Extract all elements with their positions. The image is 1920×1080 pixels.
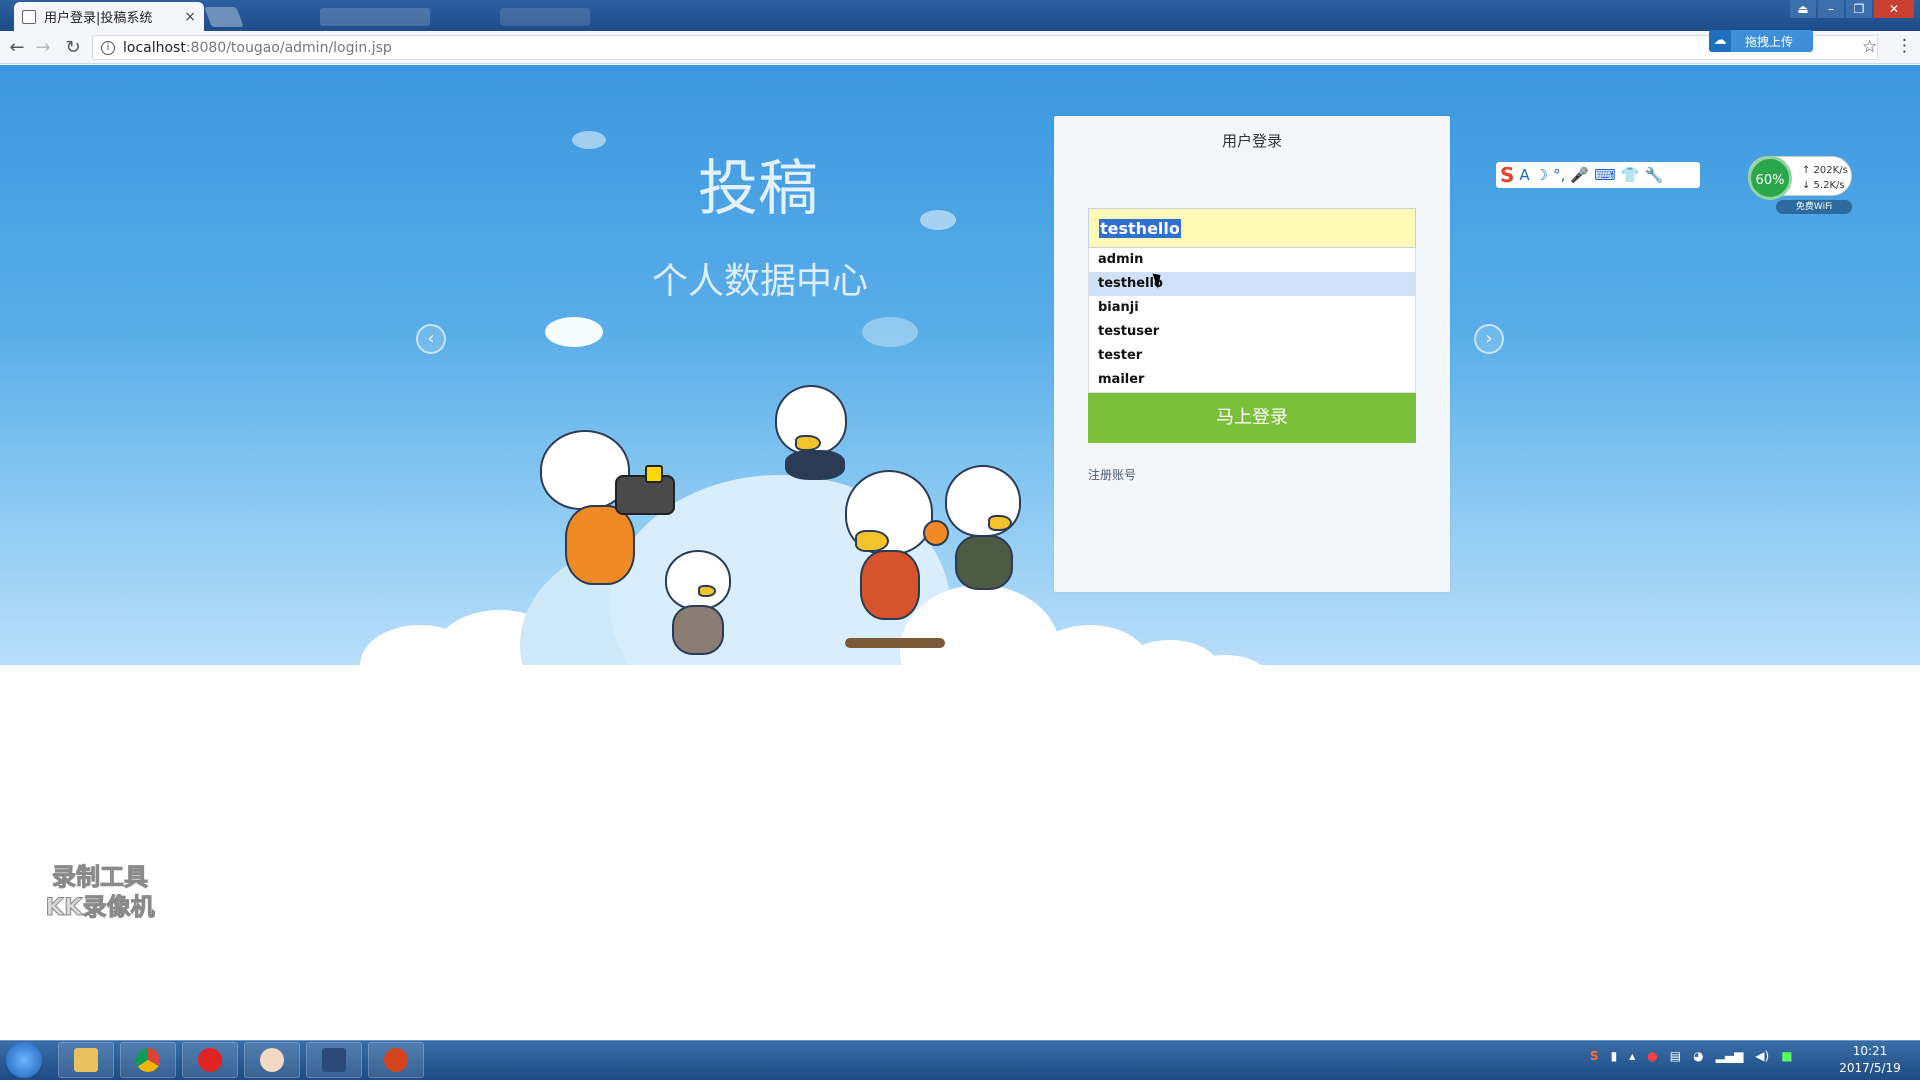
ime-language-icon[interactable]: A — [1519, 166, 1529, 184]
editor-icon — [322, 1048, 346, 1072]
blurred-tab — [500, 8, 590, 26]
start-button[interactable] — [6, 1042, 42, 1078]
ime-keyboard-icon[interactable]: ⌨ — [1594, 166, 1616, 184]
autocomplete-option[interactable]: bianji — [1089, 296, 1415, 320]
clock-date: 2017/5/19 — [1839, 1061, 1901, 1075]
login-submit-button[interactable]: 马上登录 — [1088, 393, 1416, 443]
cloud-decoration — [862, 317, 918, 347]
ime-moon-icon[interactable]: ☽ — [1535, 166, 1548, 184]
carousel-prev-arrow-icon[interactable]: ‹ — [416, 324, 446, 354]
autocomplete-option[interactable]: tester — [1089, 344, 1415, 368]
cloud-decoration — [920, 210, 956, 230]
address-bar[interactable]: i localhost:8080/tougao/admin/login.jsp — [92, 35, 1878, 60]
browser-menu-icon[interactable]: ⋮ — [1896, 36, 1913, 56]
mascot-rabbit — [660, 525, 740, 665]
system-tray: S ▮ ▴ ● ▤ ◕ ▂▄▆ ◀) ■ — [1590, 1049, 1793, 1063]
forward-button[interactable]: → — [32, 37, 54, 59]
clipboard-tray-icon[interactable]: ▤ — [1670, 1049, 1681, 1063]
browser-tab-active[interactable]: 用户登录|投稿系统 × — [14, 2, 204, 31]
ime-toolbar[interactable]: S A ☽ °, 🎤 ⌨ 👕 🔧 — [1496, 162, 1700, 188]
page-body — [0, 665, 1920, 1040]
tab-title: 用户登录|投稿系统 — [44, 11, 153, 26]
blurred-tab — [320, 8, 430, 26]
autocomplete-option[interactable]: admin — [1089, 248, 1415, 272]
taskbar-chrome[interactable] — [120, 1042, 176, 1078]
hero-title: 投稿 — [698, 154, 818, 224]
bookmark-star-icon[interactable]: ☆ — [1862, 37, 1877, 57]
ime-tools-icon[interactable]: 🔧 — [1644, 166, 1663, 184]
url-host: localhost — [123, 39, 186, 56]
network-signal-icon[interactable]: ▂▄▆ — [1716, 1049, 1744, 1063]
mascot-bird-army — [940, 465, 1030, 595]
free-wifi-badge[interactable]: 免费WiFi — [1776, 200, 1852, 214]
folder-icon — [74, 1048, 98, 1072]
network-upload-speed: ↑ 202K/s — [1802, 165, 1848, 176]
username-input[interactable]: testhello — [1088, 208, 1416, 248]
reload-button[interactable]: ↻ — [62, 37, 84, 59]
drag-upload-button[interactable]: ☁ 拖拽上传 — [1709, 30, 1813, 52]
monitor-tray-icon[interactable]: ■ — [1781, 1049, 1792, 1063]
url-path: :8080/tougao/admin/login.jsp — [185, 39, 392, 56]
watermark-line: 录制工具 — [52, 863, 149, 892]
mascot-bird-camera — [540, 430, 680, 600]
window-user-icon[interactable]: ⏏ — [1790, 0, 1816, 18]
new-tab-button[interactable] — [204, 7, 244, 27]
taskbar-clock[interactable]: 10:21 2017/5/19 — [1830, 1043, 1910, 1077]
watermark-line: KK录像机 — [45, 893, 155, 922]
autocomplete-option[interactable]: testhello — [1089, 272, 1415, 296]
username-value: testhello — [1099, 218, 1181, 238]
window-minimize-button[interactable]: – — [1818, 0, 1844, 18]
cloud-upload-icon: ☁ — [1709, 30, 1731, 52]
window-controls: ⏏ – ❐ ✕ — [1790, 0, 1914, 18]
volume-icon[interactable]: ◀) — [1755, 1049, 1769, 1063]
sogou-tray-icon[interactable]: S — [1590, 1049, 1599, 1063]
recorder-watermark: 录制工具 KK录像机 — [32, 862, 168, 922]
cloud-decoration — [545, 317, 603, 347]
network-usage-percent[interactable]: 60% — [1748, 156, 1792, 200]
page-favicon-icon — [22, 9, 36, 24]
window-close-button[interactable]: ✕ — [1874, 0, 1914, 18]
cloud-decoration — [572, 131, 606, 149]
taskbar-music[interactable] — [182, 1042, 238, 1078]
taskbar-contacts[interactable] — [244, 1042, 300, 1078]
taskbar-recorder[interactable] — [368, 1042, 424, 1078]
ime-microphone-icon[interactable]: 🎤 — [1570, 166, 1589, 184]
autocomplete-option[interactable]: mailer — [1089, 368, 1415, 392]
ime-skin-icon[interactable]: 👕 — [1621, 166, 1640, 184]
security-tray-icon[interactable]: ● — [1647, 1049, 1657, 1063]
music-app-icon — [198, 1048, 222, 1072]
contacts-icon — [260, 1048, 284, 1072]
sogou-logo-icon: S — [1500, 163, 1515, 187]
window-restore-button[interactable]: ❐ — [1846, 0, 1872, 18]
tab-close-icon[interactable]: × — [184, 9, 196, 25]
upload-label: 拖拽上传 — [1745, 34, 1794, 49]
chrome-icon — [136, 1048, 160, 1072]
network-download-speed: ↓ 5.2K/s — [1802, 180, 1845, 191]
qq-tray-icon[interactable]: ◕ — [1693, 1049, 1703, 1063]
carousel-next-arrow-icon[interactable]: › — [1474, 324, 1504, 354]
autocomplete-dropdown: admin testhello bianji testuser tester m… — [1088, 248, 1416, 393]
recorder-icon — [384, 1048, 408, 1072]
hero-subtitle: 个人数据中心 — [651, 261, 868, 302]
autocomplete-option[interactable]: testuser — [1089, 320, 1415, 344]
ime-punctuation-icon[interactable]: °, — [1553, 166, 1565, 184]
taskbar-explorer[interactable] — [58, 1042, 114, 1078]
taskbar-editor[interactable] — [306, 1042, 362, 1078]
mascot-bird-skateboard — [835, 470, 955, 660]
site-info-icon[interactable]: i — [101, 40, 115, 55]
clock-time: 10:21 — [1852, 1044, 1888, 1058]
back-button[interactable]: ← — [6, 37, 28, 59]
tray-expand-icon[interactable]: ▴ — [1629, 1049, 1635, 1063]
battery-icon[interactable]: ▮ — [1611, 1049, 1618, 1063]
login-panel: 用户登录 testhello admin testhello bianji te… — [1054, 116, 1450, 592]
browser-tabbar — [0, 0, 1920, 31]
login-title: 用户登录 — [1221, 132, 1282, 150]
register-link[interactable]: 注册账号 — [1088, 466, 1136, 483]
